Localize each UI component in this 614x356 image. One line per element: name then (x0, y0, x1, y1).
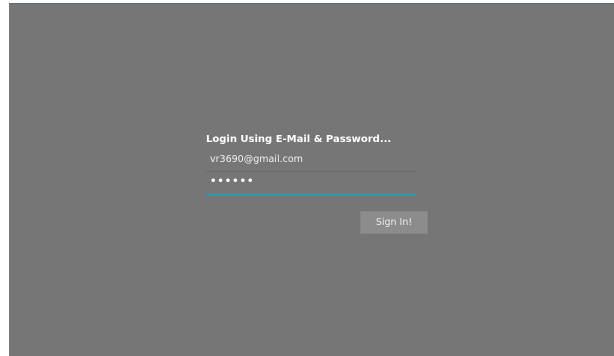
sign-in-button[interactable]: Sign In! (360, 211, 428, 234)
login-form: Login Using E-Mail & Password... vr3690@… (206, 134, 428, 234)
email-value: vr3690@gmail.com (210, 154, 303, 165)
email-field[interactable]: vr3690@gmail.com (206, 150, 416, 172)
password-field[interactable]: •••••• (206, 174, 416, 196)
app-screen: Login Using E-Mail & Password... vr3690@… (9, 3, 614, 356)
login-title: Login Using E-Mail & Password... (206, 134, 392, 145)
password-value: •••••• (210, 176, 255, 187)
